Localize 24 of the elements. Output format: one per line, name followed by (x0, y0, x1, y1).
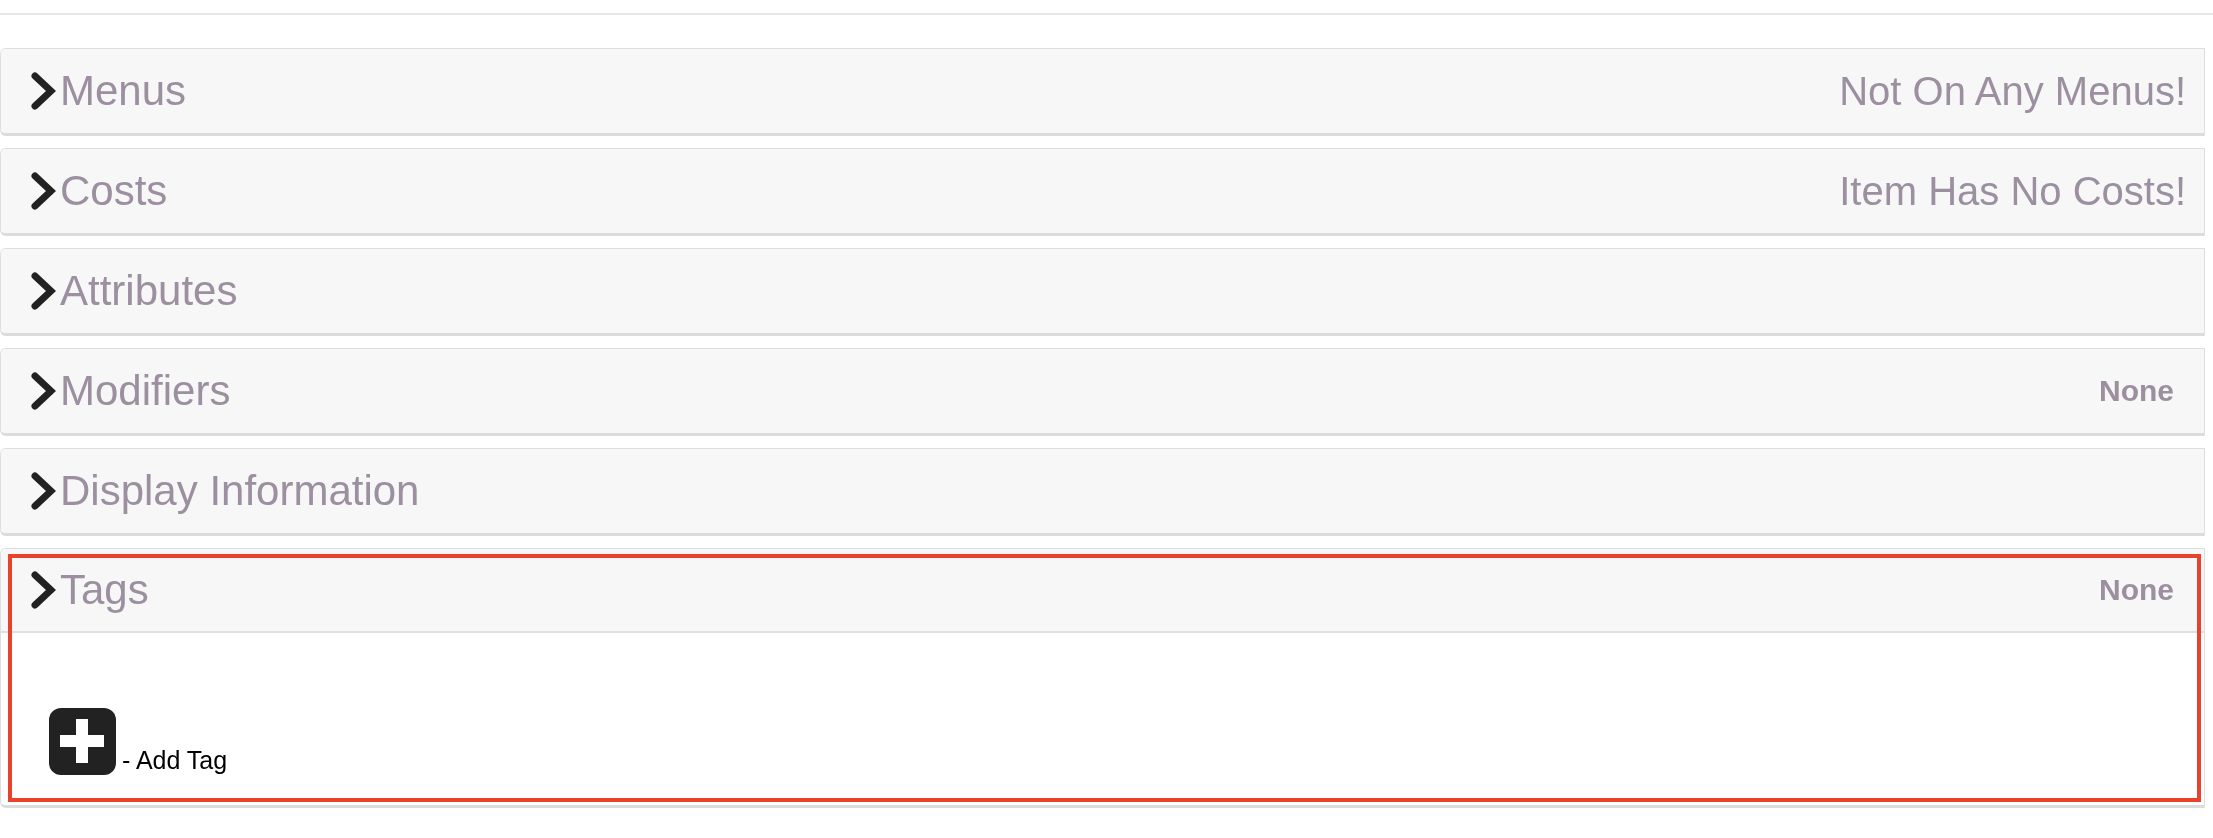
panel-title: Attributes (60, 270, 238, 312)
panel-header[interactable]: Menus Not On Any Menus! (1, 49, 2204, 133)
panel-title: Display Information (60, 470, 420, 512)
panel-summary: None (2099, 376, 2174, 406)
panel-header[interactable]: Attributes (1, 249, 2204, 333)
panel-header[interactable]: Display Information (1, 449, 2204, 533)
panel-summary: None (2099, 575, 2174, 605)
panel-header[interactable]: Costs Item Has No Costs! (1, 149, 2204, 233)
panel-title: Costs (60, 170, 168, 212)
chevron-right-icon (31, 172, 56, 210)
chevron-right-icon (31, 571, 56, 609)
chevron-right-icon (31, 272, 56, 310)
panel-title: Tags (60, 569, 149, 611)
chevron-right-icon (31, 72, 56, 110)
panel-header[interactable]: Modifiers None (1, 349, 2204, 433)
chevron-right-icon (31, 472, 56, 510)
panel-summary: Item Has No Costs! (1839, 171, 2186, 211)
panel-title: Menus (60, 70, 187, 112)
panel-header[interactable]: Tags None (1, 549, 2204, 633)
add-icon[interactable] (49, 708, 116, 775)
panel-title: Modifiers (60, 370, 231, 412)
panel-summary: Not On Any Menus! (1839, 71, 2186, 111)
chevron-right-icon (31, 372, 56, 410)
add-tag-link[interactable]: - Add Tag (122, 748, 228, 773)
